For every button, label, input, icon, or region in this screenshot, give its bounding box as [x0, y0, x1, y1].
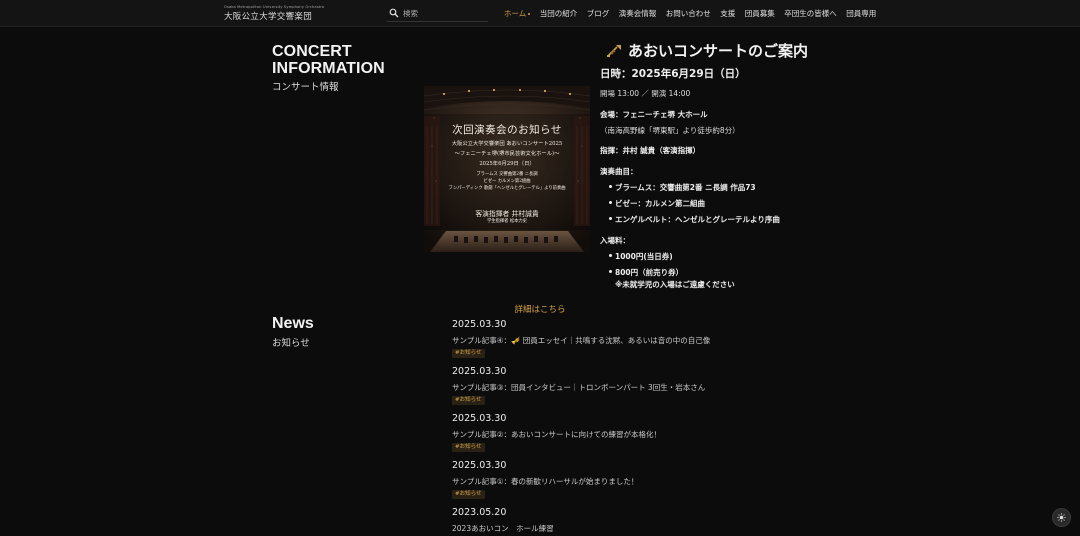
search-box	[387, 6, 488, 22]
concert-section-title: CONCERT INFORMATION	[272, 43, 385, 77]
poster-line: ブラームス 交響曲第2番 ニ長調	[476, 172, 538, 177]
admission-note: ※未就学児の入場はご遠慮ください	[615, 280, 735, 289]
program-label: 演奏曲目：	[600, 167, 638, 176]
concert-time: 開場 13:00 ／ 開演 14:00	[600, 89, 691, 98]
news-date: 2025.03.30	[452, 319, 507, 330]
concert-hall-image	[424, 86, 590, 252]
program-item: エンゲルベルト：ヘンゼルとグレーテルより序曲	[609, 215, 780, 224]
logo-japanese-name: 大阪公立大学交響楽団	[224, 12, 313, 22]
poster-line: ビゼー カルメン第2組曲	[483, 179, 531, 184]
nav-item-recruit[interactable]: 団員募集	[745, 8, 775, 20]
news-headline-link[interactable]: サンプル記事①：春の新歓リハーサルが始まりました！	[452, 476, 638, 487]
poster-line: 〜フェニーチェ堺(堺市民芸術文化ホール)〜	[454, 151, 560, 157]
admission-item: 1000円(当日券)	[609, 252, 673, 261]
site-logo[interactable]: Osaka Metropolitan University Symphony O…	[224, 5, 325, 23]
concert-date: 日時：2025年6月29日（日）	[600, 68, 746, 80]
concert-title: あおいコンサートのご案内	[606, 40, 808, 61]
concert-details-link[interactable]: 詳細はこちら	[0, 303, 1080, 315]
news-section-title: News	[272, 315, 314, 332]
news-tag[interactable]: #お知らせ	[452, 396, 485, 405]
program-item: ビゼー：カルメン第二組曲	[609, 199, 705, 208]
poster-assistant-conductor: 学生指揮者 松本力史	[486, 219, 528, 224]
poster-title: 次回演奏会のお知らせ	[452, 124, 562, 136]
main-nav: ホーム 当団の紹介 ブログ 演奏会情報 お問い合わせ 支援 団員募集 卒団生の皆…	[504, 8, 886, 20]
news-date: 2025.03.30	[452, 460, 507, 471]
concert-title-text: あおいコンサートのご案内	[628, 42, 809, 60]
search-input[interactable]	[403, 7, 487, 20]
site-header: Osaka Metropolitan University Symphony O…	[0, 0, 1080, 27]
concert-access: （南海高野線「堺東駅」より徒歩約8分）	[600, 126, 740, 135]
nav-item-concerts[interactable]: 演奏会情報	[619, 8, 657, 20]
concert-conductor: 指揮：井村 誠貴（客演指揮）	[600, 146, 701, 155]
program-item: ブラームス：交響曲第2番 ニ長調 作品73	[609, 183, 756, 192]
news-date: 2023.05.20	[452, 507, 507, 518]
concert-section-subtitle: コンサート情報	[272, 82, 339, 93]
admission-item: 800円（前売り券）	[608, 268, 684, 277]
poster-line: 2025年6月29日（日）	[479, 161, 535, 167]
theme-toggle-button[interactable]	[1052, 508, 1071, 527]
poster-line: 大阪公立大学交響楽団 あおいコンサート2025	[451, 141, 563, 147]
search-icon[interactable]	[389, 8, 399, 18]
news-tag[interactable]: #お知らせ	[452, 443, 485, 452]
concert-poster[interactable]: 次回演奏会のお知らせ 大阪公立大学交響楽団 あおいコンサート2025 〜フェニー…	[424, 86, 590, 252]
news-section-subtitle: お知らせ	[272, 338, 310, 349]
news-tag[interactable]: #お知らせ	[452, 490, 485, 499]
admission-label: 入場料：	[600, 236, 630, 245]
news-headline-link[interactable]: サンプル記事④：🎺 団員エッセイ｜共鳴する沈黙、あるいは音の中の自己像	[452, 335, 710, 346]
nav-item-support[interactable]: 支援	[720, 8, 735, 20]
nav-item-about[interactable]: 当団の紹介	[540, 8, 578, 20]
news-headline-link[interactable]: 2023あおいコン ホール練習	[452, 523, 554, 534]
active-dot-icon	[528, 13, 531, 15]
news-date: 2025.03.30	[452, 366, 507, 377]
news-date: 2025.03.30	[452, 413, 507, 424]
nav-item-home[interactable]: ホーム	[504, 8, 531, 20]
trumpet-icon	[607, 44, 621, 57]
news-tag[interactable]: #お知らせ	[452, 349, 485, 358]
news-headline-link[interactable]: サンプル記事②：あおいコンサートに向けての練習が本格化！	[452, 429, 661, 440]
poster-conductor: 客演指揮者 井村誠貴	[475, 210, 539, 218]
nav-item-blog[interactable]: ブログ	[587, 8, 610, 20]
sun-icon	[1057, 513, 1066, 522]
nav-item-members[interactable]: 団員専用	[846, 8, 876, 20]
news-headline-link[interactable]: サンプル記事③：団員インタビュー｜トロンボーンパート 3回生・岩本さん	[452, 382, 705, 393]
logo-english-name: Osaka Metropolitan University Symphony O…	[224, 5, 325, 9]
nav-item-alumni[interactable]: 卒団生の皆様へ	[784, 8, 837, 20]
concert-venue: 会場：フェニーチェ堺 大ホール	[600, 110, 708, 119]
nav-item-contact[interactable]: お問い合わせ	[666, 8, 711, 20]
poster-line: フンパーディンク 歌劇「ヘンゼルとグレーテル」より前奏曲	[448, 186, 566, 191]
